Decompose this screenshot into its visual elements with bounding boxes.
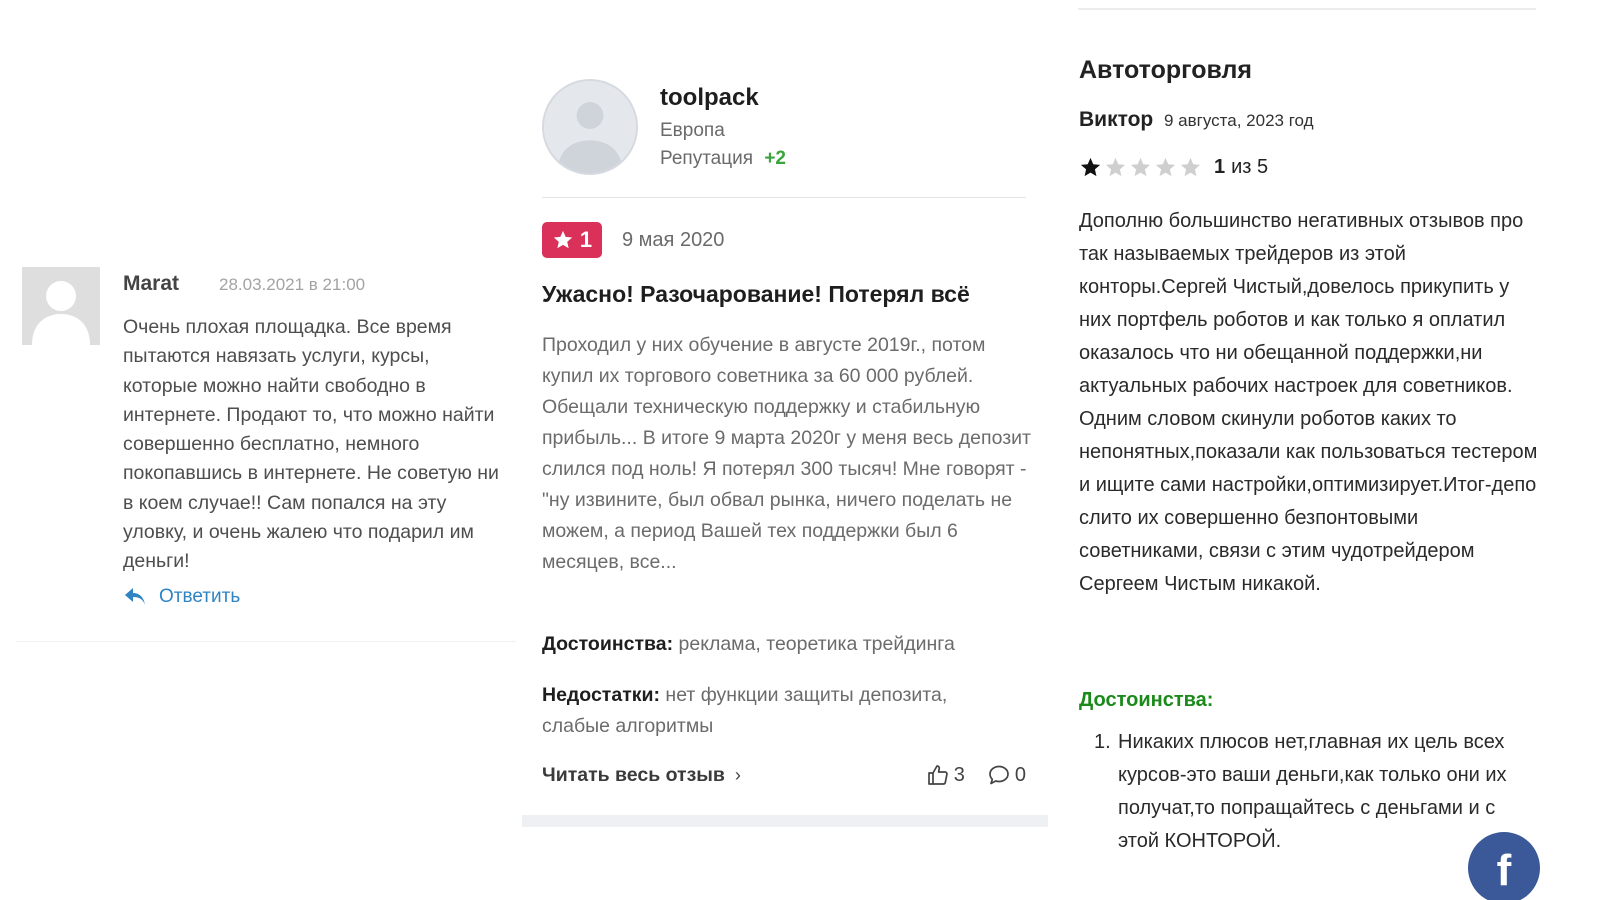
review-date: 9 августа, 2023 год <box>1163 111 1314 130</box>
star-empty-icon <box>1155 157 1176 177</box>
review-text: Дополню большинство негативных отзывов п… <box>1079 210 1538 595</box>
user-reputation: Репутация +2 <box>660 148 786 170</box>
user-region: Европа <box>660 120 725 141</box>
list-item: 1. Никаких плюсов нет,главная их цель вс… <box>1094 726 1540 858</box>
divider <box>1078 8 1536 10</box>
rating-number: 1 <box>1214 156 1226 178</box>
review-text: Проходил у них обучение в августе 2019г.… <box>542 334 1031 573</box>
review-username[interactable]: toolpack <box>660 84 759 112</box>
read-more-label: Читать весь отзыв <box>542 764 725 786</box>
review-date: 28.03.2021 в 21:00 <box>219 275 366 294</box>
chevron-right-icon: › <box>734 765 741 785</box>
user-avatar-icon <box>22 267 100 345</box>
star-empty-icon <box>1130 157 1151 177</box>
star-filled-icon <box>1080 157 1101 177</box>
star-icon <box>553 230 573 249</box>
reputation-value: +2 <box>764 148 786 169</box>
rating-badge: 1 <box>542 222 602 258</box>
review-meta: Виктор 9 августа, 2023 год <box>1079 108 1314 132</box>
divider <box>542 197 1026 198</box>
reply-arrow-icon <box>125 588 145 605</box>
comment-count: 0 <box>1014 763 1026 786</box>
reply-label: Ответить <box>159 586 241 607</box>
rating-stars <box>1079 156 1202 179</box>
left-review-card: Marat 28.03.2021 в 21:00 Очень плохая пл… <box>16 262 516 642</box>
pros-label: Достоинства: <box>542 633 674 655</box>
review-author: Виктор <box>1079 108 1154 131</box>
review-title[interactable]: Ужасно! Разочарование! Потерял всё <box>542 281 1032 308</box>
list-item-text: Никаких плюсов нет,главная их цель всех … <box>1118 731 1507 852</box>
facebook-icon: f <box>1496 846 1512 895</box>
thumbs-up-icon <box>927 765 948 785</box>
review-author: Marat <box>123 272 180 295</box>
cons-label: Недостатки: <box>542 684 660 706</box>
middle-review-card: toolpack Европа Репутация +2 1 9 мая 202… <box>522 57 1048 827</box>
rating-score: 1 из 5 <box>1214 156 1268 179</box>
comment-icon <box>989 765 1009 785</box>
list-item-number: 1. <box>1094 731 1111 753</box>
pros-text: реклама, теоретика трейдинга <box>678 633 955 655</box>
facebook-share-button[interactable]: f <box>1468 832 1540 900</box>
comment-button[interactable]: 0 <box>987 763 1026 787</box>
pros-list: 1. Никаких плюсов нет,главная их цель вс… <box>1094 726 1540 858</box>
read-full-review-link[interactable]: Читать весь отзыв › <box>542 764 741 787</box>
rating-value: 1 <box>579 227 593 252</box>
like-button[interactable]: 3 <box>926 763 965 787</box>
reputation-label: Репутация <box>660 148 754 169</box>
review-text: Очень плохая площадка. Все время пытаютс… <box>123 316 499 573</box>
star-rating: 1 из 5 <box>1079 156 1268 179</box>
pros-label: Достоинства: <box>1079 689 1214 711</box>
star-empty-icon <box>1105 157 1126 177</box>
like-count: 3 <box>953 763 965 786</box>
review-date: 9 мая 2020 <box>622 229 725 251</box>
rating-out-of: из 5 <box>1231 156 1269 178</box>
review-cons: Недостатки: нет функции защиты депозита,… <box>542 680 1012 742</box>
reply-button[interactable]: Ответить <box>123 584 240 610</box>
review-actions: 3 0 <box>926 763 1026 787</box>
review-pros: Достоинства: реклама, теоретика трейдинг… <box>542 629 1032 660</box>
review-category: Автоторговля <box>1079 56 1252 84</box>
user-avatar-icon[interactable] <box>542 79 638 175</box>
star-empty-icon <box>1180 157 1201 177</box>
